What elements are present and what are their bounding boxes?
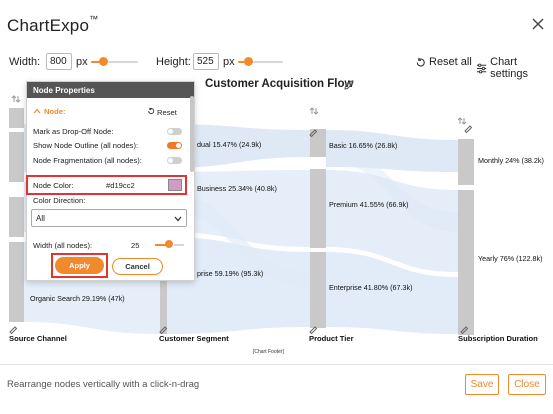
width-slider-track[interactable] xyxy=(108,61,138,63)
source-node-organic[interactable] xyxy=(9,242,24,322)
height-label: Height: xyxy=(156,56,191,68)
node-color-label: Node Color: xyxy=(33,181,74,190)
pencil-icon[interactable] xyxy=(344,80,354,90)
height-slider-thumb[interactable] xyxy=(244,57,253,66)
move-handle-icon[interactable] xyxy=(309,107,319,115)
reset-all-label: Reset all xyxy=(429,56,472,68)
toolbar: Width: 800 px Height: 525 px Reset all C… xyxy=(0,52,553,80)
chevron-down-icon xyxy=(174,216,182,222)
axis-label-segment: Customer Segment xyxy=(159,334,229,343)
node-label-basic: Basic 16.65% (26.8k) xyxy=(329,141,398,150)
node-label-premium: Premium 41.55% (66.9k) xyxy=(329,200,409,209)
reset-icon xyxy=(148,107,155,114)
node-label-business: Business 25.34% (40.8k) xyxy=(197,184,277,193)
panel-header[interactable]: Node Properties xyxy=(27,82,194,98)
node-color-swatch[interactable] xyxy=(168,179,182,191)
width-unit: px xyxy=(76,56,88,68)
width-label: Width: xyxy=(9,56,41,68)
color-direction-label: Color Direction: xyxy=(33,196,86,205)
width-all-label: Width (all nodes): xyxy=(33,241,93,250)
node-label-yearly: Yearly 76% (122.8k) xyxy=(478,254,543,263)
source-node-2[interactable] xyxy=(9,132,24,182)
close-button[interactable]: Close xyxy=(508,374,546,395)
duration-node-yearly[interactable] xyxy=(458,190,474,335)
drag-hint: Rearrange nodes vertically with a click-… xyxy=(7,379,200,390)
axis-label-source: Source Channel xyxy=(9,334,67,343)
height-input[interactable]: 525 xyxy=(193,53,219,70)
close-icon[interactable] xyxy=(532,18,544,30)
node-section-toggle[interactable]: Node: xyxy=(33,107,66,116)
panel-reset-label: Reset xyxy=(157,108,177,117)
duration-node-monthly[interactable] xyxy=(458,139,474,185)
axis-label-duration: Subscription Duration xyxy=(458,334,538,343)
node-section-label: Node: xyxy=(44,107,66,116)
source-node-1[interactable] xyxy=(9,108,24,128)
move-handle-icon[interactable] xyxy=(11,95,21,103)
node-label-enterprise-tier: Enterprise 41.80% (67.3k) xyxy=(329,283,413,292)
height-unit: px xyxy=(223,56,235,68)
fragmentation-label: Node Fragmentation (all nodes): xyxy=(33,156,142,165)
apply-highlight: Apply xyxy=(51,253,108,278)
panel-reset-button[interactable]: Reset xyxy=(147,107,177,117)
color-direction-value: All xyxy=(36,214,45,223)
node-label-individual: dual 15.47% (24.9k) xyxy=(197,140,262,149)
save-button[interactable]: Save xyxy=(465,374,499,395)
height-slider-track[interactable] xyxy=(253,61,283,63)
width-input[interactable]: 800 xyxy=(46,53,72,70)
node-color-value[interactable]: #d19cc2 xyxy=(106,181,135,190)
drop-off-label: Mark as Drop-Off Node: xyxy=(33,127,114,136)
axis-label-tier: Product Tier xyxy=(309,334,354,343)
width-all-value[interactable]: 25 xyxy=(131,241,139,250)
chart-footer[interactable]: [Chart Footer] xyxy=(253,349,284,355)
pencil-icon[interactable] xyxy=(9,326,18,335)
node-label-organic: Organic Search 29.19% (47k) xyxy=(30,294,125,303)
outline-label: Show Node Outline (all nodes): xyxy=(33,141,139,150)
tier-node-enterprise[interactable] xyxy=(310,252,326,328)
drop-off-toggle[interactable] xyxy=(167,128,182,135)
width-all-slider-thumb[interactable] xyxy=(165,240,173,248)
reset-icon xyxy=(416,57,425,67)
color-direction-select[interactable]: All xyxy=(31,209,187,227)
outline-toggle[interactable] xyxy=(167,142,182,149)
node-color-row: Node Color: #d19cc2 xyxy=(26,175,187,195)
chevron-up-icon xyxy=(33,108,41,114)
width-slider-thumb[interactable] xyxy=(99,57,108,66)
tier-node-premium[interactable] xyxy=(310,169,326,248)
cancel-button[interactable]: Cancel xyxy=(112,258,163,275)
width-all-slider-track[interactable] xyxy=(174,244,184,246)
bottom-bar: Rearrange nodes vertically with a click-… xyxy=(0,364,553,414)
apply-button[interactable]: Apply xyxy=(55,257,104,274)
title-bar: ChartExpo™ xyxy=(0,0,553,48)
source-node-3[interactable] xyxy=(9,197,24,237)
fragmentation-toggle[interactable] xyxy=(167,157,182,164)
panel-scrollbar[interactable] xyxy=(190,96,194,172)
node-label-monthly: Monthly 24% (38.2k) xyxy=(478,156,544,165)
app-title: ChartExpo™ xyxy=(7,14,99,35)
node-label-enterprise-segment: prise 59.19% (95.3k) xyxy=(197,269,264,278)
pencil-icon[interactable] xyxy=(464,125,473,134)
move-handle-icon[interactable] xyxy=(457,117,467,125)
chart-title[interactable]: Customer Acquisition Flow xyxy=(205,78,353,90)
reset-all-button[interactable]: Reset all xyxy=(415,56,472,68)
